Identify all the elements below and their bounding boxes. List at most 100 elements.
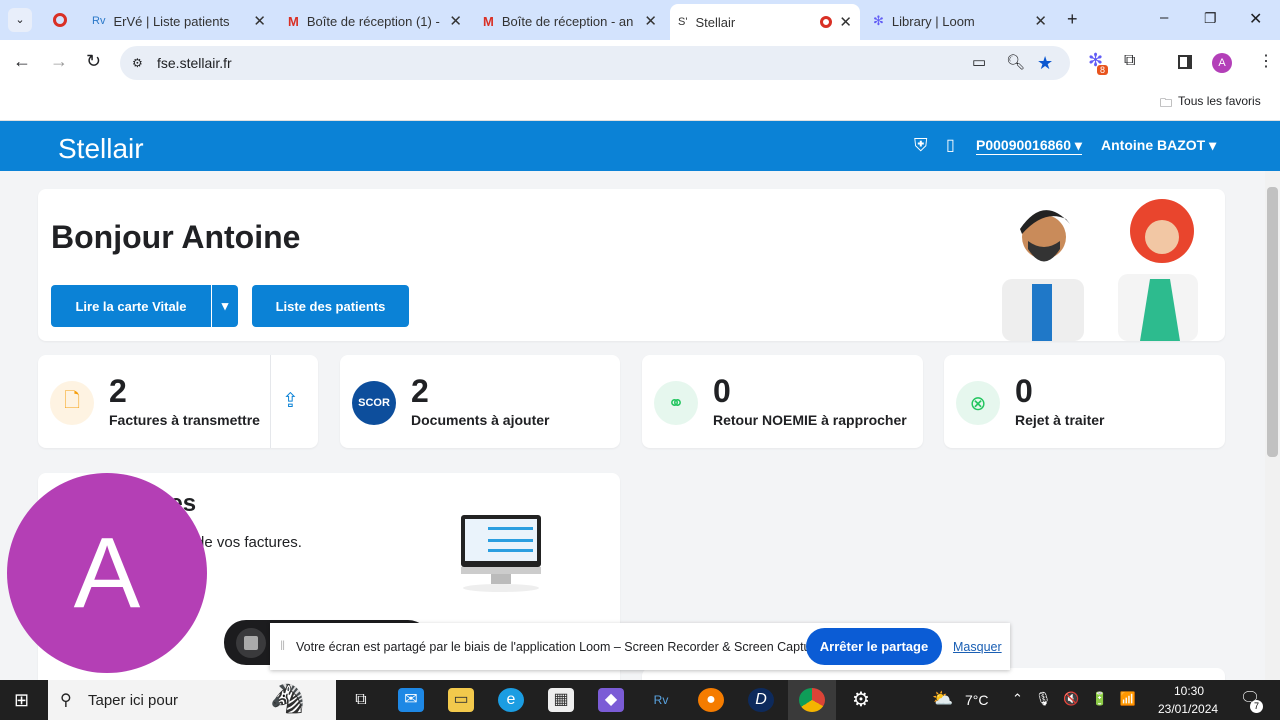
- tab-bar: ⌄ Rv ErVé | Liste patients ✕ M Boîte de réc…: [0, 0, 1280, 40]
- stat-count: 0: [713, 373, 731, 409]
- windows-start-icon[interactable]: ⊞: [14, 690, 29, 711]
- taskbar-search[interactable]: ⚲ Taper ici pour 🦓: [48, 680, 336, 720]
- task-view-icon[interactable]: ⧉: [348, 688, 374, 712]
- recording-icon: [820, 16, 832, 28]
- folder-icon: 🗀: [1160, 96, 1173, 110]
- recording-tab-icon[interactable]: [53, 13, 67, 27]
- loom-camera-avatar[interactable]: A: [7, 473, 207, 673]
- stop-icon: [244, 636, 258, 650]
- patients-list-button[interactable]: Liste des patients: [252, 285, 409, 327]
- extensions-icon[interactable]: ⧉: [1124, 52, 1135, 70]
- minimize-button[interactable]: –: [1160, 9, 1168, 26]
- close-tab-icon[interactable]: ✕: [839, 13, 852, 31]
- copilot-icon[interactable]: ◆: [598, 688, 624, 712]
- scor-icon: SCOR: [352, 381, 396, 425]
- bookmarks-bar: 🗀 Tous les favoris: [0, 85, 1280, 121]
- close-tab-icon[interactable]: ✕: [1034, 12, 1047, 30]
- tab-search-button[interactable]: ⌄: [8, 8, 32, 32]
- card-reader-icon[interactable]: ▯: [946, 135, 955, 155]
- url-text: fse.stellair.fr: [157, 55, 232, 71]
- loom-icon: ✻: [873, 13, 884, 28]
- loom-stop-button[interactable]: [236, 628, 266, 658]
- camera-icon[interactable]: ▭: [972, 46, 986, 80]
- upload-icon[interactable]: ⇪: [282, 388, 299, 413]
- rv-icon: Rv: [92, 15, 106, 27]
- side-panel-icon[interactable]: [1178, 55, 1192, 69]
- weather-icon[interactable]: ⛅: [932, 689, 953, 709]
- stat-label: Retour NOEMIE à rapprocher: [713, 412, 907, 428]
- doctolib-icon[interactable]: D: [748, 688, 774, 712]
- doctors-illustration: [1002, 199, 1198, 341]
- stop-sharing-button[interactable]: Arrêter le partage: [806, 628, 942, 665]
- user-menu[interactable]: Antoine BAZOT ▾: [1101, 137, 1216, 154]
- stat-label: Rejet à traiter: [1015, 412, 1105, 428]
- file-explorer-icon[interactable]: ▭: [448, 688, 474, 712]
- edge-icon[interactable]: e: [498, 688, 524, 712]
- close-tab-icon[interactable]: ✕: [644, 12, 657, 30]
- menu-icon[interactable]: ⋮: [1258, 51, 1274, 71]
- settings-gear-icon[interactable]: ⚙: [848, 688, 874, 712]
- bookmark-star-icon[interactable]: ★: [1037, 46, 1053, 80]
- page-title: Bonjour Antoine: [51, 219, 301, 255]
- restore-button[interactable]: ❐: [1204, 10, 1217, 27]
- stellair-logo[interactable]: Stellair: [58, 133, 144, 165]
- stat-documents-to-add[interactable]: SCOR 2 Documents à ajouter: [340, 355, 620, 448]
- zoom-icon[interactable]: 🔍︎: [1006, 46, 1025, 80]
- mail-icon[interactable]: ✉: [398, 688, 424, 712]
- tab-gmail-1[interactable]: M Boîte de réception (1) - ✕: [280, 6, 470, 36]
- profile-avatar[interactable]: A: [1212, 53, 1232, 73]
- close-tab-icon[interactable]: ✕: [253, 12, 266, 30]
- link-icon: ⚭: [654, 381, 698, 425]
- tab-erve[interactable]: Rv ErVé | Liste patients ✕: [84, 6, 274, 36]
- weather-temp[interactable]: 7°C: [965, 692, 989, 708]
- tab-loom[interactable]: ✻ Library | Loom ✕: [865, 6, 1055, 36]
- clock-date[interactable]: 23/01/2024: [1158, 702, 1218, 716]
- stat-count: 2: [109, 373, 127, 409]
- stat-count: 0: [1015, 373, 1033, 409]
- security-shield-icon[interactable]: ⛨: [914, 135, 928, 156]
- tab-gmail-2[interactable]: M Boîte de réception - an ✕: [475, 6, 665, 36]
- reject-circle-x-icon: ⊗: [956, 381, 1000, 425]
- stat-noemie-returns[interactable]: ⚭ 0 Retour NOEMIE à rapprocher: [642, 355, 923, 448]
- store-icon[interactable]: ▦: [548, 688, 574, 712]
- address-bar[interactable]: ⚙ fse.stellair.fr ▭ 🔍︎ ★: [120, 46, 1070, 80]
- gmail-icon: M: [483, 13, 494, 29]
- reload-button[interactable]: ↻: [86, 51, 101, 72]
- extension-badge: 8: [1097, 65, 1109, 75]
- close-tab-icon[interactable]: ✕: [449, 12, 462, 30]
- app-header: Stellair ⛨ ▯ P00090016860 ▾ Antoine BAZO…: [0, 121, 1280, 171]
- scrollbar-thumb[interactable]: [1267, 187, 1278, 457]
- gmail-icon: M: [288, 13, 299, 29]
- new-tab-button[interactable]: +: [1067, 9, 1078, 30]
- document-icon: 🗋: [50, 381, 94, 425]
- read-vitale-dropdown[interactable]: ▾: [212, 285, 238, 327]
- drag-handle[interactable]: ‖: [280, 639, 285, 653]
- chrome-taskbar-button[interactable]: [788, 680, 836, 720]
- stat-invoices-to-send[interactable]: 🗋 2 Factures à transmettre ⇪: [38, 355, 318, 448]
- search-highlight-icon: 🦓: [270, 683, 305, 714]
- sharing-notice-text: Votre écran est partagé par le biais de …: [296, 640, 826, 654]
- invoices-text: de vos factures.: [196, 534, 302, 551]
- read-vitale-button[interactable]: Lire la carte Vitale: [51, 285, 211, 327]
- account-selector[interactable]: P00090016860 ▾: [976, 137, 1082, 155]
- screen-sharing-notice: ‖ Votre écran est partagé par le biais d…: [270, 623, 1010, 670]
- site-info-icon[interactable]: ⚙: [132, 46, 143, 80]
- system-tray-icons[interactable]: ⌃🎙🔇🔋📶: [1012, 691, 1148, 707]
- page-scrollbar[interactable]: [1265, 171, 1280, 680]
- back-button[interactable]: ←: [13, 51, 31, 72]
- stat-rejects[interactable]: ⊗ 0 Rejet à traiter: [944, 355, 1225, 448]
- hide-link[interactable]: Masquer: [953, 640, 1002, 654]
- welcome-card: Bonjour Antoine Lire la carte Vitale ▾ L…: [38, 189, 1225, 341]
- close-window-button[interactable]: ✕: [1249, 9, 1262, 29]
- notification-count: 7: [1250, 700, 1263, 713]
- all-bookmarks[interactable]: 🗀 Tous les favoris: [1160, 94, 1261, 115]
- tab-stellair[interactable]: S' Stellair ✕: [670, 4, 860, 40]
- stat-label: Documents à ajouter: [411, 412, 550, 428]
- stat-count: 2: [411, 373, 429, 409]
- divider: [270, 355, 271, 448]
- rv-app-icon[interactable]: Rv: [648, 688, 674, 712]
- forward-button[interactable]: →: [50, 51, 68, 72]
- clock-time[interactable]: 10:30: [1174, 684, 1204, 698]
- firefox-icon[interactable]: ●: [698, 688, 724, 712]
- monitor-illustration: [461, 515, 541, 592]
